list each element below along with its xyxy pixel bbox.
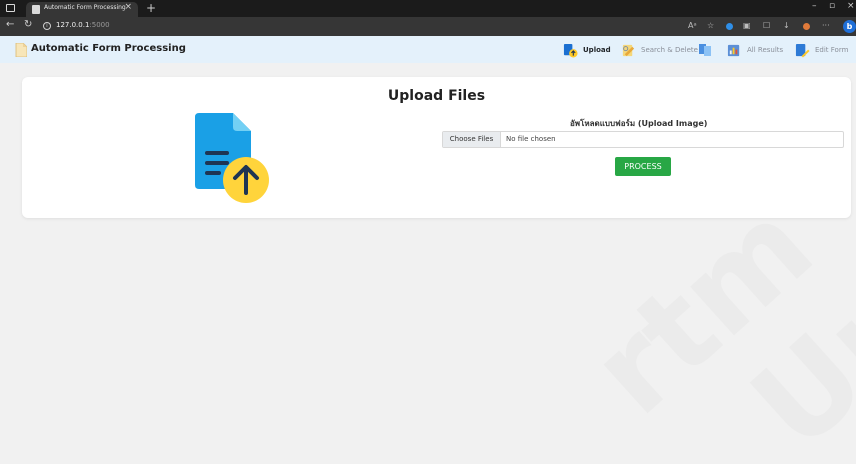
choose-files-button[interactable]: Choose Files (443, 132, 501, 147)
downloads-icon[interactable]: ↓ (783, 21, 790, 31)
new-tab-button[interactable]: + (146, 0, 156, 16)
tab-title: Automatic Form Processing (44, 4, 126, 11)
nav-search-delete-label: Search & Delete (641, 46, 698, 54)
extension-icon[interactable] (726, 23, 733, 30)
search-pencil-icon (622, 44, 635, 56)
collections-icon[interactable]: ☐ (763, 21, 770, 31)
upload-image-label: อัพโหลดแบบฟอร์ม (Upload Image) (570, 119, 708, 128)
form-document-icon (15, 43, 27, 57)
nav-upload[interactable]: Upload (563, 42, 611, 58)
page-favicon-icon (32, 5, 40, 14)
url-port: :5000 (89, 21, 110, 29)
copilot-icon[interactable]: b (843, 20, 856, 33)
more-menu-icon[interactable]: ··· (822, 21, 830, 31)
nav-all-results-label: All Results (747, 46, 784, 54)
nav-search-delete[interactable]: Search & Delete (621, 42, 698, 58)
url-field[interactable]: 127.0.0.1:5000 (56, 21, 110, 29)
browser-tab-bar: Automatic Form Processing × + – ▫ × (0, 0, 856, 17)
url-host: 127.0.0.1 (56, 21, 90, 29)
profile-avatar-icon[interactable] (803, 23, 810, 30)
maximize-button[interactable]: ▫ (829, 1, 835, 11)
page-title: Upload Files (387, 88, 486, 104)
file-status-text: No file chosen (506, 135, 556, 143)
process-button[interactable]: PROCESS (615, 157, 671, 176)
upload-card: Upload Files อัพโหลดแบบฟอร์ม (Upload Ima… (22, 77, 851, 218)
separator-doc-icon (699, 44, 711, 56)
read-aloud-icon[interactable]: Aᵃ (688, 21, 697, 31)
svg-text:Un: Un (726, 251, 856, 464)
site-info-icon[interactable]: i (43, 22, 51, 30)
split-screen-icon[interactable]: ▣ (743, 21, 751, 31)
upload-file-illustration-icon (195, 113, 269, 203)
file-input[interactable]: Choose Files No file chosen (442, 131, 844, 148)
tab-close-icon[interactable]: × (124, 2, 132, 12)
app-brand[interactable]: Automatic Form Processing (31, 43, 186, 54)
nav-upload-label: Upload (583, 46, 611, 54)
favorites-star-icon[interactable]: ☆ (707, 21, 714, 31)
minimize-button[interactable]: – (812, 1, 817, 11)
edit-form-icon (795, 43, 810, 58)
nav-all-results[interactable]: All Results (727, 42, 783, 58)
window-icon[interactable] (6, 4, 15, 12)
reload-button[interactable]: ↻ (24, 19, 32, 30)
app-navbar: Automatic Form Processing Upload Search … (0, 36, 856, 63)
nav-edit-form-label: Edit Form (815, 46, 849, 54)
nav-edit-form[interactable]: Edit Form (795, 42, 848, 58)
background-watermark: rtm Un (566, 177, 856, 464)
close-window-button[interactable]: × (847, 1, 855, 11)
results-chart-icon (727, 44, 740, 56)
address-bar: ← ↻ i 127.0.0.1:5000 Aᵃ ☆ ▣ ☐ ↓ ··· b (0, 17, 856, 36)
back-button[interactable]: ← (6, 19, 14, 30)
browser-tab[interactable]: Automatic Form Processing × (26, 2, 138, 17)
upload-document-icon (563, 43, 578, 58)
